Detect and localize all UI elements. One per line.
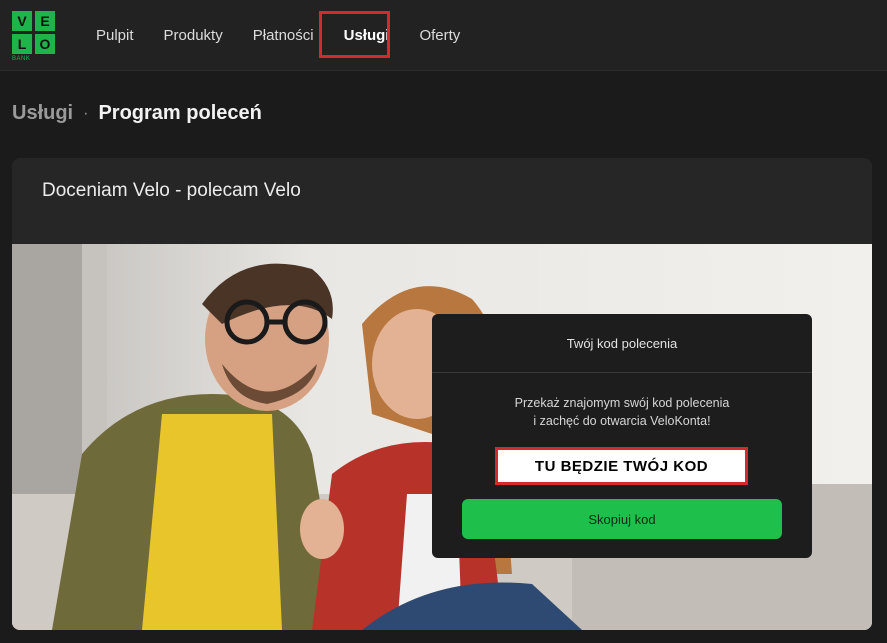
divider [432, 372, 812, 373]
referral-description-line: Przekaż znajomym swój kod polecenia [514, 396, 730, 410]
breadcrumb-parent[interactable]: Usługi [12, 102, 73, 125]
page-title: Program poleceń [98, 102, 262, 124]
nav-highlight-box [319, 11, 390, 58]
logo-letter: E [35, 11, 55, 31]
breadcrumb-separator: · [83, 104, 89, 122]
referral-code-panel: Twój kod polecenia Przekaż znajomym swój… [432, 314, 812, 558]
referral-description: Przekaż znajomym swój kod polecenia i za… [432, 394, 812, 430]
referral-title: Twój kod polecenia [566, 336, 678, 351]
velo-bank-logo[interactable]: V E L O BANK [12, 11, 56, 62]
nav-item-platnosci[interactable]: Płatności [253, 27, 314, 44]
breadcrumb: Usługi · Program poleceń [12, 102, 262, 125]
main-nav: Pulpit Produkty Płatności Usługi Oferty [96, 0, 490, 70]
referral-code-value: TU BĘDZIE TWÓJ KOD [495, 447, 748, 485]
referral-description-line: i zachęć do otwarcia VeloKonta! [533, 414, 711, 428]
nav-item-pulpit[interactable]: Pulpit [96, 27, 134, 44]
nav-item-produkty[interactable]: Produkty [164, 27, 223, 44]
nav-item-oferty[interactable]: Oferty [419, 27, 460, 44]
logo-letter: V [12, 11, 32, 31]
copy-code-button[interactable]: Skopiuj kod [462, 499, 782, 539]
top-navigation-bar: V E L O BANK Pulpit Produkty Płatności U… [0, 0, 887, 71]
card-title: Doceniam Velo - polecam Velo [42, 180, 301, 201]
logo-letter: L [12, 34, 32, 54]
logo-letter: O [35, 34, 55, 54]
logo-subtitle: BANK [12, 56, 31, 62]
